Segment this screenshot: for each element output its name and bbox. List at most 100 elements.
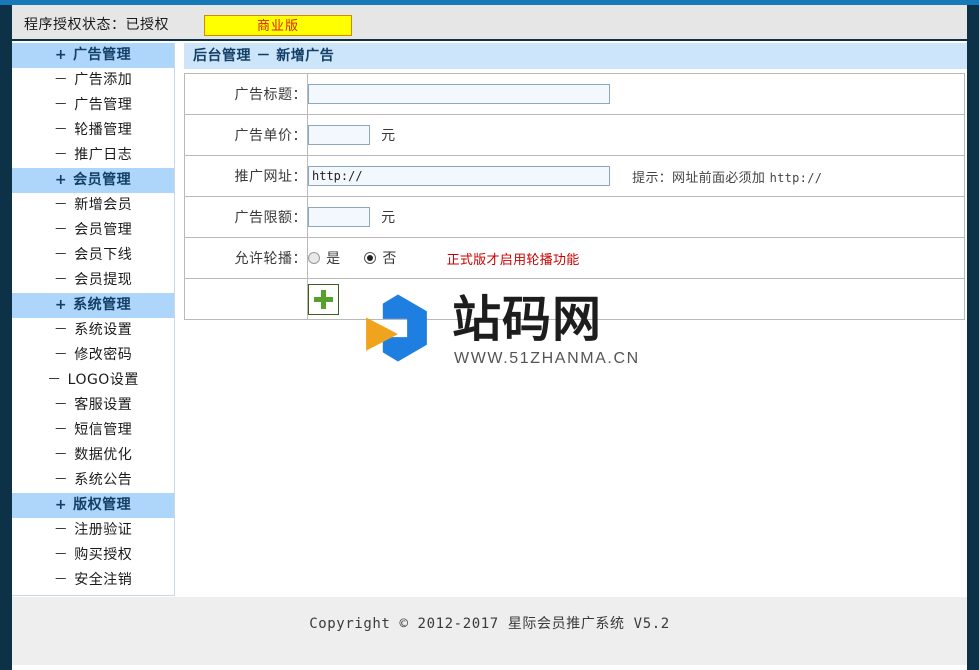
sidebar-item-label: 注册验证 xyxy=(74,522,133,538)
sidebar-item-label: 轮播管理 xyxy=(74,122,133,138)
sidebar-item-label: 安全注销 xyxy=(74,572,133,588)
sidebar-item-0-1[interactable]: － 广告管理 xyxy=(12,93,174,118)
dash-icon: － xyxy=(53,147,69,163)
sidebar-item-1-1[interactable]: － 会员管理 xyxy=(12,218,174,243)
dash-icon: － xyxy=(53,97,69,113)
main-content: 后台管理 － 新增广告 广告标题： 广告单价： 元 推广网址： http:// … xyxy=(184,43,967,320)
ad-quota-label: 广告限额： xyxy=(184,196,308,238)
sidebar-item-label: 广告添加 xyxy=(74,72,133,88)
sidebar-item-2-1[interactable]: － 修改密码 xyxy=(12,343,174,368)
ad-quota-input[interactable] xyxy=(308,207,370,227)
sidebar-item-2-6[interactable]: － 系统公告 xyxy=(12,468,174,493)
sidebar-group-2[interactable]: + 系统管理 xyxy=(12,293,174,318)
sidebar-item-label: 广告管理 xyxy=(74,97,133,113)
ad-url-hint-scheme: http:// xyxy=(769,170,823,185)
dash-icon: － xyxy=(53,472,69,488)
sidebar-item-3-2[interactable]: － 安全注销 xyxy=(12,568,174,593)
sidebar-item-label: 新增会员 xyxy=(74,197,133,213)
sidebar-group-label: 会员管理 xyxy=(73,172,132,188)
dash-icon: － xyxy=(53,547,69,563)
dash-icon: － xyxy=(53,197,69,213)
ad-rotate-cell: 是 否 正式版才启用轮播功能 xyxy=(307,237,965,279)
sidebar-group-label: 系统管理 xyxy=(73,297,132,313)
submit-spacer-cell xyxy=(184,278,308,320)
page-footer: Copyright © 2012-2017 星际会员推广系统 V5.2 xyxy=(12,597,967,665)
sidebar-item-2-4[interactable]: － 短信管理 xyxy=(12,418,174,443)
submit-cell xyxy=(307,278,965,320)
dash-icon: － xyxy=(53,122,69,138)
rotate-yes-label: 是 xyxy=(326,251,341,267)
form-row-quota: 广告限额： 元 xyxy=(184,196,965,238)
ad-title-cell xyxy=(307,73,965,115)
dash-icon: － xyxy=(53,347,69,363)
rotate-warning-text: 正式版才启用轮播功能 xyxy=(446,252,580,268)
sidebar-item-0-2[interactable]: － 轮播管理 xyxy=(12,118,174,143)
sidebar-group-0[interactable]: + 广告管理 xyxy=(12,43,174,68)
form-row-price: 广告单价： 元 xyxy=(184,114,965,156)
sidebar-item-label: 修改密码 xyxy=(74,347,133,363)
sidebar-item-label: 数据优化 xyxy=(74,447,133,463)
radio-yes-icon[interactable] xyxy=(308,252,320,264)
sidebar-item-label: 购买授权 xyxy=(74,547,133,563)
sidebar-item-0-0[interactable]: － 广告添加 xyxy=(12,68,174,93)
sidebar-item-label: LOGO设置 xyxy=(67,372,139,388)
rotate-yes-option[interactable]: 是 xyxy=(308,248,340,268)
ad-url-hint-text: 提示：网址前面必须加 xyxy=(632,170,770,186)
ad-form-table: 广告标题： 广告单价： 元 推广网址： 提示：网 xyxy=(184,73,965,320)
ad-price-unit: 元 xyxy=(381,128,396,144)
dash-icon: － xyxy=(53,247,69,263)
sidebar-item-1-2[interactable]: － 会员下线 xyxy=(12,243,174,268)
license-header: 程序授权状态：已授权 商业版 xyxy=(12,5,967,41)
dash-icon: － xyxy=(53,222,69,238)
ad-title-input[interactable] xyxy=(308,84,610,104)
expand-icon: + xyxy=(54,172,68,188)
dash-icon: － xyxy=(53,522,69,538)
dash-icon: － xyxy=(53,72,69,88)
rotate-no-option[interactable]: 否 xyxy=(364,248,396,268)
sidebar-item-3-1[interactable]: － 购买授权 xyxy=(12,543,174,568)
sidebar-item-label: 系统设置 xyxy=(74,322,133,338)
ad-quota-unit: 元 xyxy=(381,210,396,226)
form-row-url: 推广网址： 提示：网址前面必须加 http:// xyxy=(184,155,965,197)
sidebar-nav: + 广告管理－广告添加－广告管理－轮播管理－推广日志 + 会员管理－新增会员－会员管理… xyxy=(12,43,175,596)
sidebar-item-2-0[interactable]: － 系统设置 xyxy=(12,318,174,343)
ad-quota-cell: 元 xyxy=(307,196,965,238)
ad-price-cell: 元 xyxy=(307,114,965,156)
add-ad-button[interactable] xyxy=(308,283,339,315)
sidebar-item-1-3[interactable]: － 会员提现 xyxy=(12,268,174,293)
sidebar-item-label: 推广日志 xyxy=(74,147,133,163)
sidebar-item-0-3[interactable]: － 推广日志 xyxy=(12,143,174,168)
ad-rotate-label: 允许轮播： xyxy=(184,237,308,279)
plus-icon-bar xyxy=(314,296,333,302)
license-edition-badge: 商业版 xyxy=(204,15,352,36)
dash-icon: － xyxy=(53,397,69,413)
radio-no-icon[interactable] xyxy=(364,252,377,264)
sidebar-item-2-3[interactable]: － 客服设置 xyxy=(12,393,174,418)
ad-price-label: 广告单价： xyxy=(184,114,308,156)
ad-url-label: 推广网址： xyxy=(184,155,308,197)
expand-icon: + xyxy=(54,297,68,313)
sidebar-group-1[interactable]: + 会员管理 xyxy=(12,168,174,193)
expand-icon: + xyxy=(54,497,68,513)
form-row-rotate: 允许轮播： 是 否 正式版才启用轮播功能 xyxy=(184,237,965,279)
ad-price-input[interactable] xyxy=(308,125,370,145)
dash-icon: － xyxy=(53,572,69,588)
rotate-no-label: 否 xyxy=(382,251,397,267)
sidebar-item-2-2[interactable]: － LOGO设置 xyxy=(12,368,174,393)
sidebar-item-label: 短信管理 xyxy=(74,422,133,438)
sidebar-group-3[interactable]: + 版权管理 xyxy=(12,493,174,518)
ad-url-hint: 提示：网址前面必须加 http:// xyxy=(632,171,822,186)
ad-url-input[interactable] xyxy=(308,166,610,186)
sidebar-item-2-5[interactable]: － 数据优化 xyxy=(12,443,174,468)
sidebar-group-label: 广告管理 xyxy=(73,47,132,63)
ad-title-label: 广告标题： xyxy=(184,73,308,115)
dash-icon: － xyxy=(53,322,69,338)
sidebar-item-3-0[interactable]: － 注册验证 xyxy=(12,518,174,543)
ad-url-cell: 提示：网址前面必须加 http:// xyxy=(307,155,965,197)
sidebar-item-label: 会员提现 xyxy=(74,272,133,288)
sidebar-item-1-0[interactable]: － 新增会员 xyxy=(12,193,174,218)
dash-icon: － xyxy=(53,447,69,463)
copyright-text: Copyright © 2012-2017 星际会员推广系统 V5.2 xyxy=(309,616,670,632)
dash-icon: － xyxy=(47,372,62,388)
dash-icon: － xyxy=(53,422,69,438)
